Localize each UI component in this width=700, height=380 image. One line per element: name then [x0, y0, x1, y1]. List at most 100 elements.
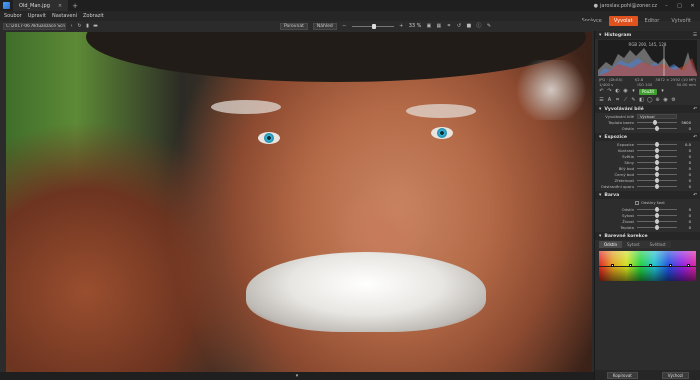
hue-curve-point[interactable]: [649, 264, 652, 267]
apply-button[interactable]: Použít: [639, 88, 658, 95]
clone-icon[interactable]: ⊕: [655, 98, 660, 103]
slider-value[interactable]: 0: [677, 184, 691, 189]
slider-track[interactable]: [637, 153, 677, 159]
slider-track[interactable]: [637, 177, 677, 183]
exposure-header[interactable]: ▾ Expozice ↶: [595, 133, 700, 141]
document-tab[interactable]: Old_Man.jpg ×: [13, 0, 69, 11]
slider-knob[interactable]: [655, 183, 659, 189]
slider-track[interactable]: [637, 212, 677, 218]
reset-icon[interactable]: ↶: [693, 193, 697, 198]
hue-curve-point[interactable]: [669, 264, 672, 267]
maximize-button[interactable]: □: [676, 3, 683, 9]
more-icon[interactable]: ▾: [660, 89, 665, 94]
grayscale-checkbox[interactable]: [635, 200, 639, 205]
slider-knob[interactable]: [655, 171, 659, 177]
dropdown-icon[interactable]: ▾: [631, 89, 636, 94]
color-header[interactable]: ▾ Barva ↶: [595, 191, 700, 199]
slider-knob[interactable]: [655, 165, 659, 171]
slider-track[interactable]: [637, 218, 677, 224]
crop-icon[interactable]: ⌗: [446, 23, 451, 29]
compare-icon[interactable]: ◐: [615, 89, 620, 94]
folder-open-icon[interactable]: ▬: [93, 23, 98, 29]
zoom-in-icon[interactable]: +: [399, 23, 404, 29]
fit-icon[interactable]: ▣: [426, 23, 432, 29]
refresh-icon[interactable]: ↻: [77, 23, 82, 29]
tab-create[interactable]: Vytvořit: [666, 16, 696, 26]
reset-icon[interactable]: ↶: [693, 135, 697, 140]
slider-knob[interactable]: [655, 141, 659, 147]
reset-all-button[interactable]: Výchozí: [661, 371, 690, 379]
photo-preview[interactable]: [6, 32, 592, 372]
brush-icon[interactable]: ✎: [631, 98, 636, 103]
back-icon[interactable]: ‹: [69, 23, 74, 29]
color-shift-header[interactable]: ▾ Barevné korekce: [595, 232, 700, 240]
slider-track[interactable]: [637, 119, 677, 125]
menu-file[interactable]: Soubor: [4, 13, 22, 19]
tab-develop[interactable]: Vyvolat: [608, 15, 638, 26]
slider-value[interactable]: 0: [677, 160, 691, 165]
slider-value[interactable]: 0: [677, 154, 691, 159]
slider-track[interactable]: [637, 206, 677, 212]
histogram-menu-icon[interactable]: ☰: [693, 33, 697, 38]
histogram-header[interactable]: ▾ Histogram ☰: [595, 31, 700, 39]
tab-lightness[interactable]: Světlost: [644, 241, 671, 248]
slider-knob[interactable]: [655, 224, 659, 230]
radial-icon[interactable]: ◯: [647, 98, 653, 103]
slider-value[interactable]: 0: [677, 213, 691, 218]
wb-preset-select[interactable]: Výchozí: [637, 113, 677, 119]
slider-value[interactable]: 0: [677, 166, 691, 171]
tab-hue[interactable]: Odstín: [599, 241, 622, 248]
reset-icon[interactable]: ↶: [693, 107, 697, 112]
tab-editor[interactable]: Editor: [640, 16, 665, 26]
grayscale-checkbox-row[interactable]: Odstíny šedi: [595, 199, 700, 206]
redeye-icon[interactable]: ◉: [663, 98, 668, 103]
menu-edit[interactable]: Upravit: [28, 13, 46, 19]
slider-value[interactable]: 0: [677, 172, 691, 177]
straighten-icon[interactable]: ⟋: [623, 98, 628, 103]
slider-knob[interactable]: [655, 177, 659, 183]
rotate-icon[interactable]: ↺: [456, 23, 461, 29]
lock-icon[interactable]: ■: [466, 23, 472, 29]
slider-value[interactable]: 5600: [677, 120, 691, 125]
auto-icon[interactable]: A: [607, 98, 612, 103]
slider-knob[interactable]: [653, 119, 657, 125]
gradient-icon[interactable]: ◧: [639, 98, 644, 103]
copy-settings-button[interactable]: Kopírovat: [606, 371, 638, 379]
slider-track[interactable]: [637, 141, 677, 147]
close-tab-icon[interactable]: ×: [58, 3, 62, 9]
slider-track[interactable]: [637, 165, 677, 171]
new-tab-icon[interactable]: +: [72, 2, 78, 10]
slider-track[interactable]: [637, 183, 677, 189]
slider-knob[interactable]: [655, 153, 659, 159]
folder-path-field[interactable]: C:\2017-06 Aktualizace Screenshotů: [3, 22, 66, 30]
compare-button[interactable]: Porovnat: [280, 22, 308, 30]
zoom-slider[interactable]: [351, 23, 394, 29]
edit-icon[interactable]: ✎: [486, 23, 491, 29]
crop-tool-icon[interactable]: ⌗: [615, 98, 620, 103]
collapse-filmstrip-icon[interactable]: ▾: [295, 373, 300, 379]
slider-value[interactable]: 0.0: [677, 142, 691, 147]
tab-saturation[interactable]: Sytost: [622, 241, 645, 248]
white-balance-header[interactable]: ▾ Vyvolávání bílé ↶: [595, 105, 700, 113]
slider-track[interactable]: [637, 159, 677, 165]
slider-knob[interactable]: [655, 212, 659, 218]
menu-view[interactable]: Zobrazit: [83, 13, 104, 19]
redo-icon[interactable]: ↷: [607, 89, 612, 94]
slider-track[interactable]: [637, 147, 677, 153]
hue-curve-point[interactable]: [629, 264, 632, 267]
slider-value[interactable]: 0: [677, 219, 691, 224]
user-account[interactable]: ● jaroslav.pohl@zoner.cz: [594, 3, 657, 9]
undo-icon[interactable]: ↶: [599, 89, 604, 94]
hue-curve-editor[interactable]: [599, 251, 696, 281]
presets-icon[interactable]: ☰: [599, 98, 604, 103]
zoom-slider-knob[interactable]: [371, 23, 376, 29]
slider-track[interactable]: [637, 224, 677, 230]
info-icon[interactable]: ⓘ: [476, 23, 481, 29]
slider-track[interactable]: [637, 171, 677, 177]
slider-value[interactable]: 0: [677, 126, 691, 131]
slider-knob[interactable]: [655, 147, 659, 153]
hue-curve-point[interactable]: [687, 264, 690, 267]
hue-curve-point[interactable]: [611, 264, 614, 267]
menu-settings[interactable]: Nastavení: [52, 13, 77, 19]
grid-icon[interactable]: ▦: [436, 23, 442, 29]
